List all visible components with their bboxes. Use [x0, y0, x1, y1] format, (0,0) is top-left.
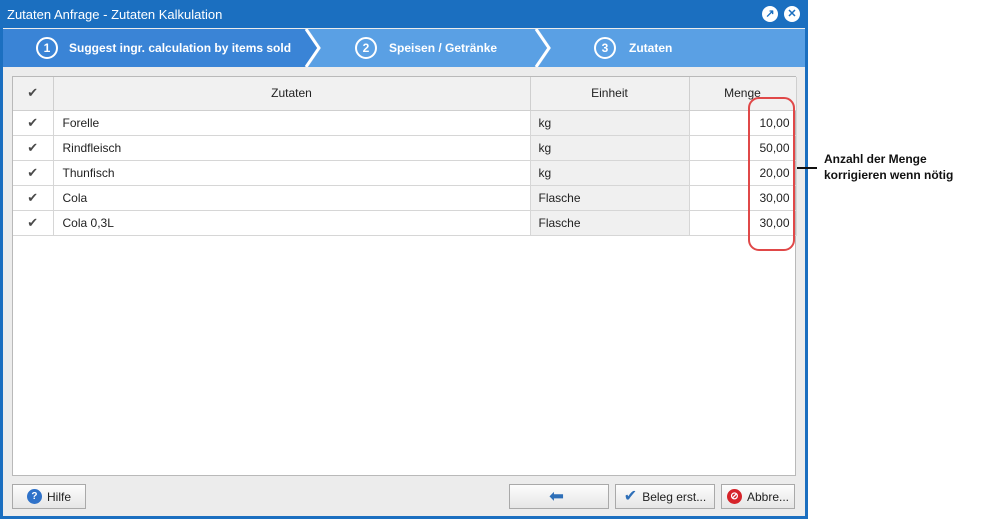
ingredient-name: Rindfleisch: [53, 135, 531, 161]
step-number: 2: [355, 37, 377, 59]
help-icon: ?: [26, 489, 42, 504]
create-document-button[interactable]: ✔ Beleg erst...: [615, 484, 715, 509]
back-button[interactable]: ⬅: [509, 484, 609, 509]
row-checkbox[interactable]: ✔: [13, 185, 54, 211]
checkmark-icon: ✔: [27, 139, 39, 155]
restore-icon[interactable]: ↗: [762, 6, 778, 22]
select-all-checkbox[interactable]: ✔: [13, 77, 54, 111]
ingredient-unit: kg: [530, 160, 690, 186]
wizard-steps: 1 Suggest ingr. calculation by items sol…: [3, 29, 805, 67]
quantity-highlight-annotation: [748, 97, 795, 251]
step-label: Speisen / Getränke: [389, 41, 498, 55]
checkmark-icon: ✔: [27, 189, 39, 205]
step-number: 3: [594, 37, 616, 59]
cancel-button[interactable]: ⊘ Abbre...: [721, 484, 795, 509]
ingredient-unit: kg: [530, 135, 690, 161]
annotation-line-1: Anzahl der Menge: [824, 152, 927, 166]
ingredient-name: Cola: [53, 185, 531, 211]
help-button-label: Hilfe: [46, 489, 71, 504]
ingredient-name: Cola 0,3L: [53, 210, 531, 236]
row-checkbox[interactable]: ✔: [13, 135, 54, 161]
close-icon[interactable]: ✕: [784, 6, 800, 22]
wizard-step-1[interactable]: 1 Suggest ingr. calculation by items sol…: [3, 29, 308, 67]
row-checkbox[interactable]: ✔: [13, 210, 54, 236]
table-row[interactable]: ✔ Cola Flasche 30,00: [13, 185, 797, 211]
row-checkbox[interactable]: ✔: [13, 160, 54, 186]
table-header-row: ✔ Zutaten Einheit Menge: [13, 77, 797, 111]
step-number: 1: [36, 37, 58, 59]
dialog-button-bar: ? Hilfe ⬅ ✔ Beleg erst... ⊘ Abbre...: [3, 478, 805, 516]
ingredient-name: Forelle: [53, 110, 531, 136]
row-checkbox[interactable]: ✔: [13, 110, 54, 136]
ingredients-table: ✔ Zutaten Einheit Menge ✔ Forelle kg 10,…: [13, 77, 797, 236]
wizard-step-3[interactable]: 3 Zutaten: [551, 29, 805, 67]
cancel-button-label: Abbre...: [746, 489, 790, 504]
create-document-button-label: Beleg erst...: [642, 489, 707, 504]
ingredient-unit: Flasche: [530, 210, 690, 236]
table-row[interactable]: ✔ Forelle kg 10,00: [13, 110, 797, 136]
wizard-step-2[interactable]: 2 Speisen / Getränke: [321, 29, 538, 67]
checkmark-icon: ✔: [27, 164, 39, 180]
column-header-zutaten[interactable]: Zutaten: [53, 77, 531, 111]
arrow-left-icon: ⬅: [548, 486, 565, 506]
window-title: Zutaten Anfrage - Zutaten Kalkulation: [7, 7, 223, 22]
ingredient-name: Thunfisch: [53, 160, 531, 186]
column-header-einheit[interactable]: Einheit: [530, 77, 690, 111]
annotation-line-2: korrigieren wenn nötig: [824, 168, 954, 182]
checkmark-icon: ✔: [27, 214, 39, 230]
annotation-text: Anzahl der Menge korrigieren wenn nötig: [824, 151, 953, 183]
ingredient-unit: kg: [530, 110, 690, 136]
table-row[interactable]: ✔ Rindfleisch kg 50,00: [13, 135, 797, 161]
ingredients-grid: ✔ Zutaten Einheit Menge ✔ Forelle kg 10,…: [12, 76, 797, 476]
table-row[interactable]: ✔ Cola 0,3L Flasche 30,00: [13, 210, 797, 236]
checkmark-icon: ✔: [623, 488, 638, 505]
step-label: Zutaten: [629, 41, 673, 55]
checkmark-icon: ✔: [27, 85, 39, 101]
ingredient-unit: Flasche: [530, 185, 690, 211]
table-row[interactable]: ✔ Thunfisch kg 20,00: [13, 160, 797, 186]
checkmark-icon: ✔: [27, 114, 39, 130]
dialog-window: Zutaten Anfrage - Zutaten Kalkulation ↗ …: [0, 0, 808, 519]
step-label: Suggest ingr. calculation by items sold: [69, 41, 292, 55]
title-bar[interactable]: Zutaten Anfrage - Zutaten Kalkulation ↗ …: [0, 0, 808, 28]
help-button[interactable]: ? Hilfe: [12, 484, 86, 509]
annotation-pointer-line: [797, 167, 817, 169]
cancel-icon: ⊘: [726, 489, 742, 504]
